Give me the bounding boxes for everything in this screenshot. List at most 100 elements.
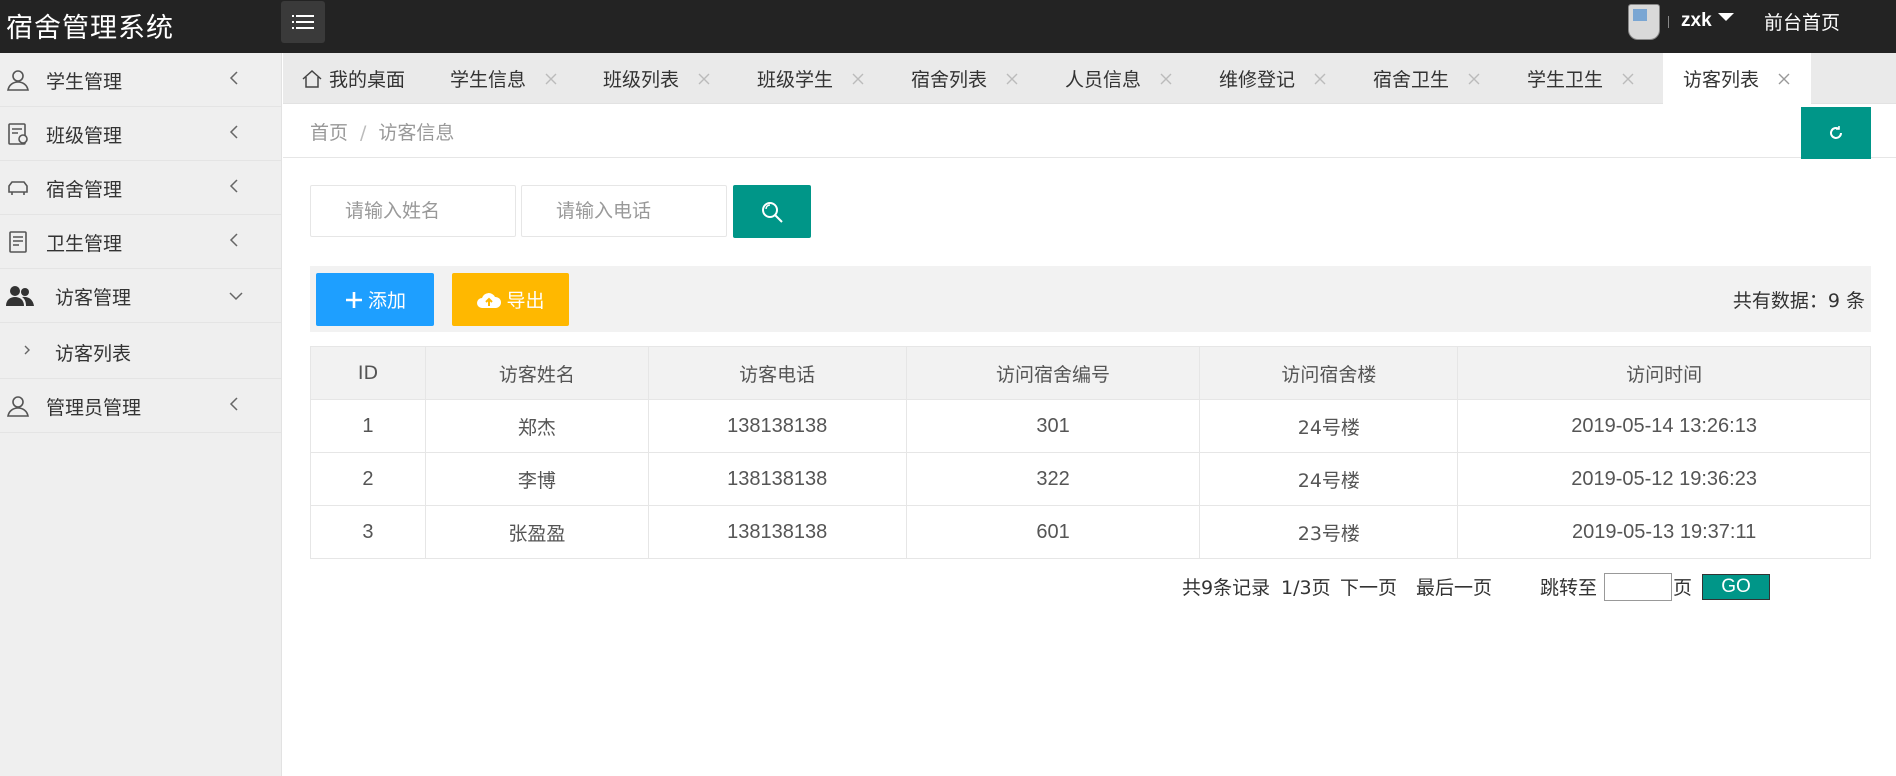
cell-phone: 138138138	[647, 399, 907, 453]
cell-id: 3	[310, 505, 426, 559]
sidebar-subitem-label: 访客列表	[55, 343, 132, 365]
table-row: 2 李博 138138138 322 24号楼 2019-05-12 19:36…	[310, 452, 1871, 506]
pager-records: 共9条记录	[1182, 577, 1271, 599]
cell-time: 2019-05-12 19:36:23	[1457, 452, 1871, 506]
toolbar: 添加 导出 共有数据：9 条	[310, 266, 1871, 332]
chevron-down-icon	[229, 292, 243, 301]
close-icon[interactable]	[1005, 72, 1019, 86]
export-button-label: 导出	[506, 290, 545, 312]
close-icon[interactable]	[1159, 72, 1173, 86]
visitor-table: ID 访客姓名 访客电话 访问宿舍编号 访问宿舍楼 访问时间 1 郑杰 1381…	[310, 346, 1871, 559]
cell-name: 李博	[424, 452, 649, 506]
menu-toggle-button[interactable]	[281, 1, 325, 43]
close-icon[interactable]	[1313, 72, 1327, 86]
cell-id: 2	[310, 452, 426, 506]
jump-page-input[interactable]	[1604, 573, 1672, 601]
refresh-button[interactable]	[1801, 107, 1871, 159]
search-button[interactable]	[733, 185, 811, 238]
chevron-left-icon	[229, 179, 238, 193]
close-icon[interactable]	[697, 72, 711, 86]
tab-label: 学生卫生	[1527, 69, 1604, 91]
sidebar-item-label: 学生管理	[46, 71, 123, 93]
close-icon[interactable]	[544, 72, 558, 86]
breadcrumb: 首页 / 访客信息	[310, 118, 454, 145]
cell-phone: 138138138	[647, 505, 907, 559]
tab-label: 学生信息	[450, 69, 527, 91]
search-icon	[762, 201, 783, 223]
add-button-label: 添加	[367, 290, 406, 312]
close-icon[interactable]	[851, 72, 865, 86]
tab-label: 人员信息	[1065, 69, 1142, 91]
sidebar-item-admins[interactable]: 管理员管理	[0, 379, 281, 433]
breadcrumb-home[interactable]: 首页	[310, 122, 348, 144]
sidebar-item-label: 班级管理	[46, 125, 123, 147]
column-header-time: 访问时间	[1457, 346, 1871, 400]
tab-visitor-list[interactable]: 访客列表	[1663, 53, 1812, 104]
cell-room: 322	[905, 452, 1201, 506]
add-button[interactable]: 添加	[316, 273, 434, 326]
tab-label: 宿舍列表	[911, 69, 988, 91]
sidebar-item-hygiene[interactable]: 卫生管理	[0, 215, 281, 269]
tab-class-list[interactable]: 班级列表	[603, 53, 711, 104]
sidebar-item-label: 管理员管理	[46, 397, 142, 419]
next-page-link[interactable]: 下一页	[1340, 573, 1397, 600]
tab-student-hygiene[interactable]: 学生卫生	[1527, 53, 1635, 104]
tab-label: 我的桌面	[329, 69, 406, 91]
cell-building: 24号楼	[1199, 452, 1459, 506]
tab-dorm-list[interactable]: 宿舍列表	[911, 53, 1019, 104]
class-icon	[8, 123, 28, 145]
pager-page: 1/3页	[1281, 577, 1331, 599]
sidebar-item-students[interactable]: 学生管理	[0, 53, 281, 107]
breadcrumb-current: 访客信息	[378, 122, 455, 144]
name-search-input[interactable]	[310, 185, 516, 237]
phone-search-input[interactable]	[521, 185, 727, 237]
front-home-link[interactable]: 前台首页	[1764, 8, 1840, 35]
close-icon[interactable]	[1621, 72, 1635, 86]
sidebar-item-visitors[interactable]: 访客管理	[0, 269, 281, 323]
table-header-row: ID 访客姓名 访客电话 访问宿舍编号 访问宿舍楼 访问时间	[310, 346, 1871, 400]
table-row: 3 张盈盈 138138138 601 23号楼 2019-05-13 19:3…	[310, 505, 1871, 559]
document-icon	[9, 231, 27, 253]
cell-id: 1	[310, 399, 426, 453]
tab-repair-register[interactable]: 维修登记	[1219, 53, 1327, 104]
sidebar-subitem-visitor-list[interactable]: 访客列表	[0, 323, 281, 379]
sidebar-item-dorms[interactable]: 宿舍管理	[0, 161, 281, 215]
last-page-link[interactable]: 最后一页	[1416, 573, 1492, 600]
caret-down-icon[interactable]	[1718, 13, 1734, 21]
table-row: 1 郑杰 138138138 301 24号楼 2019-05-14 13:26…	[310, 399, 1871, 453]
chevron-left-icon	[229, 71, 238, 85]
avatar[interactable]	[1628, 4, 1660, 40]
sidebar-item-classes[interactable]: 班级管理	[0, 107, 281, 161]
column-header-name: 访客姓名	[424, 346, 649, 400]
tab-label: 访客列表	[1683, 69, 1760, 91]
list-icon	[292, 15, 314, 29]
plus-icon	[345, 291, 362, 308]
cell-time: 2019-05-14 13:26:13	[1457, 399, 1871, 453]
chevron-left-icon	[229, 125, 238, 139]
breadcrumb-bar: 首页 / 访客信息	[283, 104, 1896, 159]
sidebar-item-label: 宿舍管理	[46, 179, 123, 201]
column-header-id: ID	[310, 346, 426, 400]
user-icon	[7, 70, 29, 91]
users-icon	[6, 286, 34, 306]
breadcrumb-separator: /	[360, 122, 367, 144]
home-icon	[302, 69, 322, 88]
close-icon[interactable]	[1777, 72, 1791, 86]
column-header-room: 访问宿舍编号	[905, 346, 1201, 400]
tab-desktop[interactable]: 我的桌面	[301, 53, 405, 104]
tab-label: 维修登记	[1219, 69, 1296, 91]
tab-student-info[interactable]: 学生信息	[450, 53, 558, 104]
tab-dorm-hygiene[interactable]: 宿舍卫生	[1373, 53, 1481, 104]
close-icon[interactable]	[1467, 72, 1481, 86]
cell-building: 24号楼	[1199, 399, 1459, 453]
tab-personnel-info[interactable]: 人员信息	[1065, 53, 1173, 104]
tab-class-students[interactable]: 班级学生	[757, 53, 865, 104]
go-button[interactable]: GO	[1702, 574, 1770, 600]
tab-label: 班级列表	[603, 69, 680, 91]
sidebar-item-label: 卫生管理	[46, 233, 123, 255]
user-icon	[7, 396, 29, 417]
export-button[interactable]: 导出	[452, 273, 569, 326]
tab-label: 班级学生	[757, 69, 834, 91]
username[interactable]: zxk	[1681, 10, 1712, 32]
total-count: 共有数据：9 条	[1732, 290, 1865, 312]
